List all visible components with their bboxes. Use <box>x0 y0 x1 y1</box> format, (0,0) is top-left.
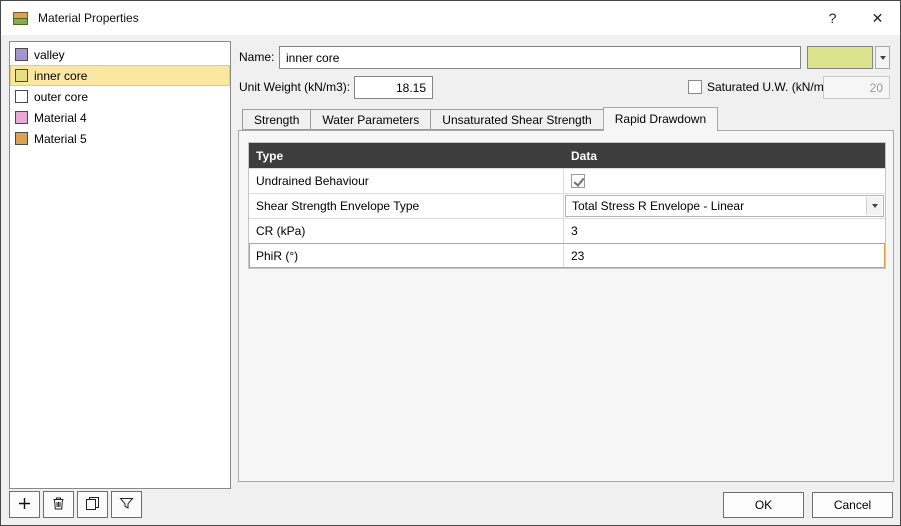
filter-icon <box>119 496 134 514</box>
copy-material-button[interactable] <box>77 491 108 518</box>
window-title: Material Properties <box>38 11 139 25</box>
name-input[interactable]: inner core <box>279 46 801 69</box>
material-name: Material 4 <box>34 110 87 125</box>
close-button[interactable]: ✕ <box>855 1 900 35</box>
material-list-toolbar <box>9 491 142 518</box>
material-color-swatch <box>15 111 28 124</box>
titlebar: Material Properties ? ✕ <box>1 1 900 35</box>
tab-label: Unsaturated Shear Strength <box>442 112 592 127</box>
property-tabs: Strength Water Parameters Unsaturated Sh… <box>242 106 719 131</box>
row-data-cell <box>564 169 885 193</box>
tab-water-parameters[interactable]: Water Parameters <box>310 109 432 130</box>
tab-unsaturated-shear-strength[interactable]: Unsaturated Shear Strength <box>430 109 604 130</box>
ok-button[interactable]: OK <box>723 492 804 518</box>
material-color-preview <box>807 46 873 69</box>
trash-icon <box>51 496 66 514</box>
tab-label: Strength <box>254 112 300 127</box>
envelope-type-value: Total Stress R Envelope - Linear <box>572 199 745 213</box>
row-type-cell: Shear Strength Envelope Type <box>249 194 564 218</box>
material-color-swatch <box>15 69 28 82</box>
chevron-down-icon <box>871 204 878 208</box>
table-header-type: Type <box>256 148 284 163</box>
copy-icon <box>85 496 100 514</box>
saturated-uw-input: 20 <box>823 76 890 99</box>
table-row-cr: CR (kPa) 3 <box>249 218 885 243</box>
phir-value-input[interactable]: 23 <box>564 244 885 268</box>
table-row-undrained-behaviour: Undrained Behaviour <box>249 168 885 193</box>
row-type-cell: Undrained Behaviour <box>249 169 564 193</box>
material-name: Material 5 <box>34 131 87 146</box>
cancel-button[interactable]: Cancel <box>812 492 893 518</box>
material-list-item[interactable]: outer core <box>10 86 230 107</box>
material-name: outer core <box>34 89 89 104</box>
row-data-cell: Total Stress R Envelope - Linear <box>564 194 885 218</box>
material-list: valley inner core outer core Material 4 … <box>9 41 231 489</box>
cr-value-input[interactable]: 3 <box>564 219 885 243</box>
filter-material-button[interactable] <box>111 491 142 518</box>
table-row-phir: PhiR (°) 23 <box>249 243 885 268</box>
undrained-behaviour-checkbox[interactable] <box>571 174 585 188</box>
tab-rapid-drawdown[interactable]: Rapid Drawdown <box>602 107 719 131</box>
material-list-item[interactable]: Material 4 <box>10 107 230 128</box>
table-header-data: Data <box>571 148 598 163</box>
add-material-button[interactable] <box>9 491 40 518</box>
help-button[interactable]: ? <box>810 1 855 35</box>
material-list-item[interactable]: Material 5 <box>10 128 230 149</box>
material-name: valley <box>34 47 65 62</box>
material-list-item[interactable]: inner core <box>10 65 230 86</box>
tab-strength[interactable]: Strength <box>242 109 312 130</box>
row-type-cell: CR (kPa) <box>249 219 564 243</box>
tab-label: Rapid Drawdown <box>614 112 707 126</box>
delete-material-button[interactable] <box>43 491 74 518</box>
material-color-swatch <box>15 90 28 103</box>
name-label: Name: <box>239 50 275 64</box>
material-color-dropdown[interactable] <box>807 46 890 69</box>
row-type-cell: PhiR (°) <box>249 244 564 268</box>
table-header-row: Type Data <box>249 143 885 168</box>
rapid-drawdown-panel: Type Data Undrained Behaviour Shear Stre… <box>238 130 894 482</box>
envelope-type-dropdown[interactable]: Total Stress R Envelope - Linear <box>565 195 884 217</box>
unit-weight-label: Unit Weight (kN/m3): <box>239 80 351 94</box>
app-icon <box>12 10 29 27</box>
saturated-uw-checkbox[interactable] <box>688 80 702 94</box>
unit-weight-input[interactable]: 18.15 <box>354 76 433 99</box>
chevron-down-icon <box>879 55 886 60</box>
material-color-swatch <box>15 132 28 145</box>
property-table: Type Data Undrained Behaviour Shear Stre… <box>248 142 886 269</box>
plus-icon <box>17 496 32 514</box>
saturated-uw-label: Saturated U.W. (kN/m3): <box>707 80 838 94</box>
color-dropdown-button[interactable] <box>875 46 890 69</box>
table-row-envelope-type: Shear Strength Envelope Type Total Stres… <box>249 193 885 218</box>
envelope-dropdown-button[interactable] <box>866 197 882 215</box>
material-list-item[interactable]: valley <box>10 44 230 65</box>
material-properties-dialog: Material Properties ? ✕ valley inner cor… <box>0 0 901 526</box>
material-name: inner core <box>34 68 88 83</box>
material-color-swatch <box>15 48 28 61</box>
tab-label: Water Parameters <box>322 112 420 127</box>
